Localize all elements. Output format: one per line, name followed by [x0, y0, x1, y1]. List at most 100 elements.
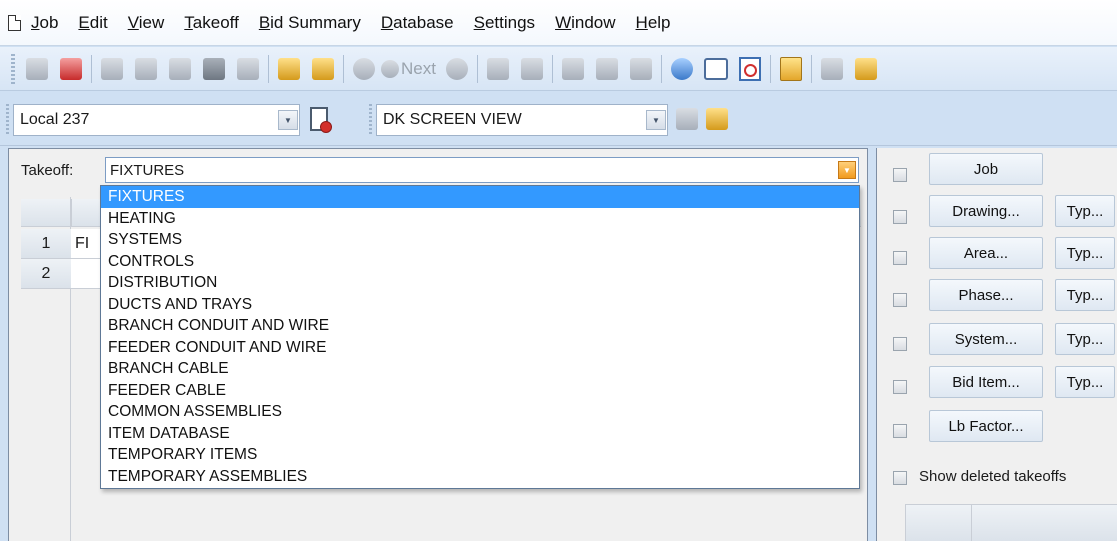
takeoff-option[interactable]: FEEDER CONDUIT AND WIRE [101, 337, 859, 359]
next-button[interactable]: Next [381, 52, 440, 86]
print-preview-button[interactable] [733, 52, 767, 86]
complete-icon [445, 57, 468, 80]
takeoff-option[interactable]: CONTROLS [101, 251, 859, 273]
takeoff-option[interactable]: FEEDER CABLE [101, 380, 859, 402]
row-number[interactable]: 2 [21, 259, 71, 289]
link-button[interactable] [515, 52, 549, 86]
menu-edit[interactable]: Edit [78, 13, 107, 33]
delete-button[interactable] [197, 52, 231, 86]
local-select-value: Local 237 [20, 111, 90, 128]
takeoff-option[interactable]: FIXTURES [101, 186, 859, 208]
calculator-icon [779, 56, 802, 81]
takeoff-option[interactable]: DUCTS AND TRAYS [101, 294, 859, 316]
phase-checkbox[interactable] [893, 293, 907, 307]
document-icon[interactable] [8, 14, 21, 31]
previous-record-icon [278, 57, 300, 80]
area-button[interactable]: Area... [929, 237, 1043, 269]
phase-type-button[interactable]: Typ... [1055, 279, 1115, 311]
sort-button[interactable] [624, 52, 658, 86]
menu-settings[interactable]: Settings [474, 13, 535, 33]
takeoff-option[interactable]: HEATING [101, 208, 859, 230]
drawing-button[interactable]: Drawing... [929, 195, 1043, 227]
drawing-checkbox[interactable] [893, 210, 907, 224]
paste-button[interactable] [163, 52, 197, 86]
menu-job[interactable]: Job [31, 13, 58, 33]
row-number[interactable]: 1 [21, 229, 71, 259]
print-preview-icon [738, 56, 761, 81]
save-button[interactable] [20, 52, 54, 86]
takeoff-select[interactable]: FIXTURES ▼ [105, 157, 859, 183]
bid-item-checkbox[interactable] [893, 380, 907, 394]
area-checkbox[interactable] [893, 251, 907, 265]
takeoff-select-value: FIXTURES [110, 161, 185, 179]
takeoff-option[interactable]: SYSTEMS [101, 229, 859, 251]
copy-view-button[interactable] [700, 102, 734, 136]
calculator-button[interactable] [774, 52, 808, 86]
menu-help[interactable]: Help [636, 13, 671, 33]
takeoff-option[interactable]: TEMPORARY ASSEMBLIES [101, 466, 859, 488]
edit-view-icon [676, 108, 698, 130]
screen-view-value: DK SCREEN VIEW [383, 111, 522, 128]
tools-icon [854, 57, 877, 80]
lb-factor-button[interactable]: Lb Factor... [929, 410, 1043, 442]
job-list-button[interactable] [54, 52, 88, 86]
edit-icon [237, 57, 259, 80]
job-button[interactable]: Job [929, 153, 1043, 185]
job-checkbox[interactable] [893, 168, 907, 182]
menu-window[interactable]: Window [555, 13, 615, 33]
takeoff-option[interactable]: DISTRIBUTION [101, 272, 859, 294]
drawing-type-button[interactable]: Typ... [1055, 195, 1115, 227]
cut-button[interactable] [95, 52, 129, 86]
bid-item-button[interactable]: Bid Item... [929, 366, 1043, 398]
chevron-down-icon[interactable]: ▼ [838, 161, 856, 179]
area-type-button[interactable]: Typ... [1055, 237, 1115, 269]
lb-factor-checkbox[interactable] [893, 424, 907, 438]
system-button[interactable]: System... [929, 323, 1043, 355]
remove-local-button[interactable] [302, 102, 336, 136]
selector-grip[interactable] [6, 104, 9, 134]
takeoff-dropdown-list[interactable]: FIXTURES HEATING SYSTEMS CONTROLS DISTRIBUTI… [100, 185, 860, 489]
local-select[interactable]: Local 237 ▼ [13, 104, 300, 136]
menu-view[interactable]: View [128, 13, 165, 33]
takeoff-option[interactable]: BRANCH CONDUIT AND WIRE [101, 315, 859, 337]
stop-button[interactable] [347, 52, 381, 86]
previous-record-button[interactable] [272, 52, 306, 86]
copy-button[interactable] [129, 52, 163, 86]
edit-button[interactable] [231, 52, 265, 86]
takeoff-option[interactable]: ITEM DATABASE [101, 423, 859, 445]
copy-takeoff-button[interactable] [481, 52, 515, 86]
menu-bid-summary[interactable]: Bid Summary [259, 13, 361, 33]
move-up-button[interactable] [556, 52, 590, 86]
tools-button[interactable] [849, 52, 883, 86]
edit-view-button[interactable] [670, 102, 704, 136]
takeoff-option[interactable]: TEMPORARY ITEMS [101, 444, 859, 466]
view-grip[interactable] [369, 104, 372, 134]
link-icon [520, 57, 543, 80]
next-icon [381, 59, 399, 78]
screen-view-select[interactable]: DK SCREEN VIEW ▼ [376, 104, 668, 136]
chevron-down-icon[interactable]: ▼ [278, 110, 298, 130]
copy-icon [135, 57, 157, 80]
menu-database[interactable]: Database [381, 13, 454, 33]
show-deleted-checkbox[interactable] [893, 471, 907, 485]
system-checkbox[interactable] [893, 337, 907, 351]
assembly-button[interactable] [815, 52, 849, 86]
summary-grid [905, 504, 1117, 541]
chevron-down-icon[interactable]: ▼ [646, 110, 666, 130]
toolbar-grip[interactable] [11, 53, 15, 84]
filter-panel: Job Drawing... Typ... Area... Typ... Pha… [876, 148, 1117, 541]
print-button[interactable] [699, 52, 733, 86]
menu-takeoff[interactable]: Takeoff [184, 13, 239, 33]
complete-button[interactable] [440, 52, 474, 86]
takeoff-option[interactable]: COMMON ASSEMBLIES [101, 401, 859, 423]
menu-bar: Job Edit View Takeoff Bid Summary Databa… [0, 0, 1117, 46]
paste-icon [169, 57, 191, 80]
bid-item-type-button[interactable]: Typ... [1055, 366, 1115, 398]
system-type-button[interactable]: Typ... [1055, 323, 1115, 355]
move-down-button[interactable] [590, 52, 624, 86]
phase-button[interactable]: Phase... [929, 279, 1043, 311]
next-record-button[interactable] [306, 52, 340, 86]
undo-icon [670, 57, 693, 80]
takeoff-option[interactable]: BRANCH CABLE [101, 358, 859, 380]
undo-button[interactable] [665, 52, 699, 86]
